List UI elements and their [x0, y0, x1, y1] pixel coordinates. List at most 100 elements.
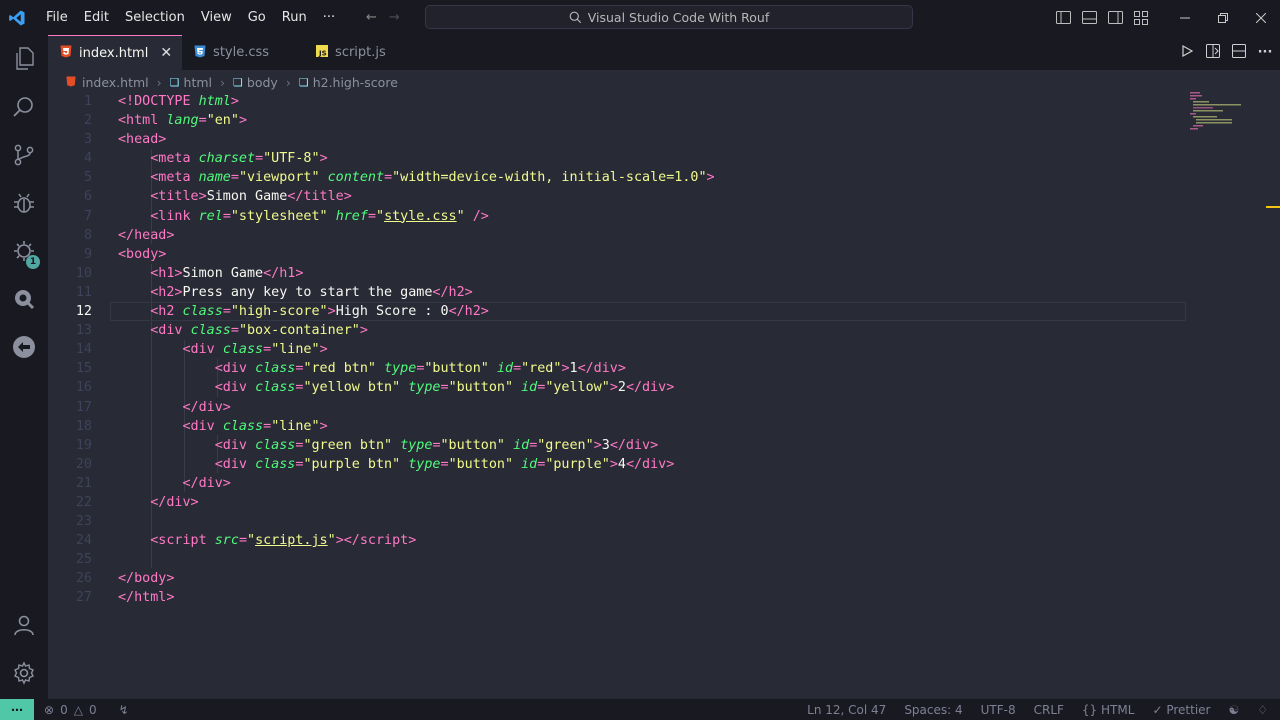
close-tab-icon[interactable]: ✕ — [160, 45, 172, 61]
tab-index-html[interactable]: index.html ✕ — [48, 35, 183, 70]
warning-count: 0 — [88, 702, 97, 717]
command-center-search[interactable]: Visual Studio Code With Rouf — [425, 5, 913, 29]
line-number: 12 — [75, 304, 92, 320]
error-icon: ⊗ — [44, 702, 55, 717]
element-icon: ❏ — [233, 75, 243, 89]
code-line: 6 <title>Simon Game</title> — [48, 187, 1280, 206]
more-actions-icon[interactable]: ··· — [1256, 45, 1274, 60]
line-number: 11 — [75, 284, 92, 300]
breadcrumb-body[interactable]: body — [247, 75, 278, 90]
encoding[interactable]: UTF-8 — [981, 703, 1016, 717]
close-window-icon[interactable] — [1242, 0, 1280, 35]
notifications-bell-icon[interactable]: ♢ — [1257, 703, 1268, 717]
minimize-icon[interactable] — [1166, 0, 1204, 35]
live-share-icon[interactable] — [0, 323, 48, 371]
scroll-position-marker — [1266, 206, 1280, 208]
settings-gear-icon[interactable] — [0, 649, 48, 697]
toggle-sidebar-icon[interactable] — [1050, 0, 1076, 35]
code-line: 27 </html> — [48, 588, 1280, 607]
toggle-secondary-sidebar-icon[interactable] — [1102, 0, 1128, 35]
split-editor-icon[interactable] — [1230, 43, 1248, 62]
source-control-icon[interactable] — [0, 131, 48, 179]
line-number: 10 — [75, 265, 92, 281]
line-number: 21 — [75, 475, 92, 491]
vertical-scrollbar[interactable] — [1266, 70, 1280, 699]
copilot-icon[interactable]: ☯ — [1228, 703, 1239, 717]
problems-indicator[interactable]: ⊗ 0 △ 0 ↯ — [44, 703, 129, 717]
code-line: 15 <div class="red btn" type="button" id… — [48, 359, 1280, 378]
menu-view[interactable]: View — [193, 0, 240, 35]
code-text: <h2 class="high-score">High Score : 0</h… — [150, 304, 489, 320]
breadcrumb-html[interactable]: html — [184, 75, 212, 90]
line-number: 8 — [83, 227, 92, 243]
code-line: 23 — [48, 512, 1280, 531]
tab-style-css[interactable]: style.css — [182, 35, 304, 70]
menu-edit[interactable]: Edit — [76, 0, 117, 35]
search-sidebar-icon[interactable] — [0, 83, 48, 131]
code-lines: 1 <!DOCTYPE html> 2 <html lang="en"> 3 <hea… — [48, 92, 1280, 608]
code-line: 1 <!DOCTYPE html> — [48, 92, 1280, 111]
activity-bar: 1 — [0, 35, 48, 699]
code-text: <meta name="viewport" content="width=dev… — [150, 170, 715, 186]
account-icon[interactable] — [0, 601, 48, 649]
minimap[interactable] — [1190, 92, 1242, 132]
line-number: 7 — [83, 208, 92, 224]
indentation[interactable]: Spaces: 4 — [904, 703, 962, 717]
code-line: 22 </div> — [48, 493, 1280, 512]
forward-arrow-icon[interactable]: → — [389, 10, 400, 25]
customize-layout-icon[interactable] — [1128, 0, 1154, 35]
toggle-panel-icon[interactable] — [1076, 0, 1102, 35]
line-number: 13 — [75, 323, 92, 339]
code-editor[interactable]: index.html › ❏ html › ❏ body › ❏ h2.high… — [48, 70, 1280, 699]
run-debug-icon[interactable] — [0, 179, 48, 227]
code-text: <div class="green btn" type="button" id=… — [214, 437, 659, 453]
sync-icon[interactable]: ↯ — [119, 703, 129, 717]
restore-icon[interactable] — [1204, 0, 1242, 35]
tab-label: script.js — [335, 45, 386, 60]
status-bar: ⋯ ⊗ 0 △ 0 ↯ Ln 12, Col 47 Spaces: 4 UTF-… — [0, 699, 1280, 720]
tab-label: index.html — [79, 45, 149, 61]
code-text: <div class="line"> — [182, 342, 328, 358]
line-number: 3 — [83, 132, 92, 148]
extensions-icon[interactable]: 1 — [0, 227, 48, 275]
menu-go[interactable]: Go — [240, 0, 274, 35]
line-ending[interactable]: CRLF — [1034, 703, 1064, 717]
code-line: 2 <html lang="en"> — [48, 111, 1280, 130]
html5-icon — [66, 75, 76, 90]
menu-file[interactable]: File — [38, 0, 76, 35]
breadcrumb-h2[interactable]: h2.high-score — [313, 75, 398, 90]
explorer-icon[interactable] — [0, 35, 48, 83]
search-text: Visual Studio Code With Rouf — [587, 9, 770, 25]
open-preview-icon[interactable] — [1204, 43, 1222, 62]
breadcrumb-file[interactable]: index.html — [82, 75, 149, 90]
history-nav: ← → — [366, 0, 400, 35]
run-file-icon[interactable] — [1178, 44, 1196, 61]
code-text: <div class="red btn" type="button" id="r… — [214, 361, 626, 377]
cursor-position[interactable]: Ln 12, Col 47 — [807, 703, 886, 717]
back-arrow-icon[interactable]: ← — [366, 10, 377, 25]
line-number: 22 — [75, 494, 92, 510]
code-text: <body> — [118, 246, 167, 262]
menu-run[interactable]: Run — [274, 0, 315, 35]
remote-search-icon[interactable] — [0, 275, 48, 323]
code-line: 3 <head> — [48, 130, 1280, 149]
line-number: 5 — [83, 170, 92, 186]
code-text: </div> — [182, 399, 231, 415]
remote-indicator-icon[interactable]: ⋯ — [0, 699, 34, 720]
chevron-right-icon: › — [220, 74, 226, 90]
code-text: <link rel="stylesheet" href="style.css" … — [150, 208, 489, 224]
element-icon: ❏ — [169, 75, 180, 89]
code-line: 16 <div class="yellow btn" type="button"… — [48, 378, 1280, 397]
language-label: HTML — [1101, 702, 1135, 717]
prettier-status[interactable]: ✓ Prettier — [1152, 703, 1210, 717]
tab-script-js[interactable]: JS script.js — [304, 35, 396, 70]
code-text: </head> — [118, 227, 175, 243]
line-number: 27 — [75, 590, 92, 606]
double-check-icon: ✓ — [1152, 702, 1163, 717]
braces-icon: {} — [1081, 702, 1098, 717]
menu-more[interactable]: ··· — [315, 0, 343, 35]
line-number: 24 — [75, 533, 92, 549]
code-line: 14 <div class="line"> — [48, 340, 1280, 359]
menu-selection[interactable]: Selection — [117, 0, 193, 35]
language-mode[interactable]: {} HTML — [1082, 703, 1135, 717]
